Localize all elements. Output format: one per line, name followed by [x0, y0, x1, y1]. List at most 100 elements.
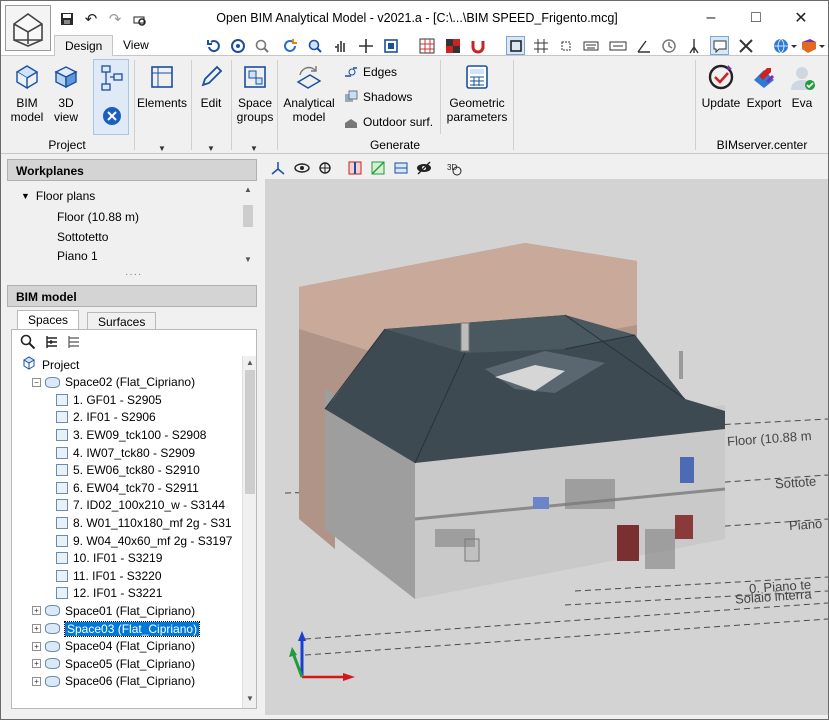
section-icon[interactable]	[345, 158, 364, 177]
axes-icon[interactable]	[268, 158, 287, 177]
snap-icon[interactable]	[556, 36, 575, 55]
workplane-item[interactable]: Floor (10.88 m)	[57, 210, 139, 224]
surface-item[interactable]: 4. IW07_tck80 - S2909	[56, 444, 195, 461]
unlink-x-icon[interactable]	[102, 106, 122, 129]
surfaces-view-icon[interactable]	[368, 158, 387, 177]
3d-mode-icon[interactable]: 3D	[445, 158, 464, 177]
subtab-surfaces[interactable]: Surfaces	[87, 312, 157, 329]
expand-toggle-icon[interactable]: +	[32, 676, 41, 686]
3d-view-button[interactable]: 3D view	[51, 62, 81, 124]
space-item[interactable]: + Space03 (Flat_Cipriano)	[32, 620, 201, 637]
zoom-window-icon[interactable]	[252, 36, 271, 55]
search-icon[interactable]	[20, 334, 36, 353]
splitter-grip[interactable]: ····	[125, 269, 142, 280]
visibility-icon[interactable]	[414, 158, 433, 177]
tools-icon[interactable]	[736, 36, 755, 55]
expand-toggle-icon[interactable]: +	[32, 641, 41, 651]
tree-scrollbar[interactable]: ▲ ▼	[242, 356, 256, 708]
surface-item[interactable]: 8. W01_110x180_mf 2g - S31	[56, 514, 232, 531]
expand-toggle-icon[interactable]: +	[32, 659, 41, 669]
frame-icon[interactable]	[381, 36, 400, 55]
help-book-icon[interactable]	[799, 36, 827, 55]
tree-root[interactable]: Project	[22, 356, 79, 373]
close-button[interactable]: ✕	[778, 4, 824, 32]
surface-item[interactable]: 7. ID02_100x210_w - S3144	[56, 497, 225, 514]
orbit-icon[interactable]	[228, 36, 247, 55]
rotate-view-icon[interactable]	[204, 36, 223, 55]
scroll-up-icon[interactable]: ▲	[242, 185, 254, 194]
space-item[interactable]: + Space05 (Flat_Cipriano)	[32, 655, 195, 672]
link-project-button[interactable]	[93, 59, 129, 135]
collapse-toggle-icon[interactable]: −	[32, 377, 41, 387]
scroll-thumb[interactable]	[243, 205, 253, 227]
collapse-arrow-icon[interactable]: ▼	[21, 191, 30, 201]
analytical-model-button[interactable]: Analytical model	[281, 62, 337, 124]
tab-view[interactable]: View	[113, 35, 159, 56]
walk-icon[interactable]	[315, 158, 334, 177]
workplanes-scrollbar[interactable]: ▲ ▼	[241, 183, 255, 269]
save-icon[interactable]	[58, 10, 76, 28]
collapse-all-icon[interactable]	[66, 334, 82, 353]
edit-button[interactable]: Edit	[195, 62, 227, 110]
history-icon[interactable]	[659, 36, 678, 55]
surface-item[interactable]: 1. GF01 - S2905	[56, 391, 162, 408]
surface-item[interactable]: 11. IF01 - S3220	[56, 567, 162, 584]
tab-design[interactable]: Design	[54, 35, 114, 57]
bim-model-button[interactable]: BIM model	[7, 62, 47, 124]
shadows-button[interactable]: Shadows	[343, 89, 412, 105]
surface-item[interactable]: 6. EW04_tck70 - S2911	[56, 479, 199, 496]
dimension-icon[interactable]	[608, 36, 627, 55]
expand-toggle-icon[interactable]: +	[32, 606, 41, 616]
elements-dropdown-caret[interactable]: ▼	[158, 144, 166, 153]
edges-button[interactable]: Edges	[343, 64, 397, 80]
elements-button[interactable]: Elements	[137, 62, 187, 110]
refresh-icon[interactable]	[280, 36, 299, 55]
grid-icon[interactable]	[531, 36, 550, 55]
web-globe-icon[interactable]	[771, 36, 799, 55]
update-button[interactable]: Update	[700, 62, 742, 110]
application-menu-icon[interactable]	[5, 5, 51, 51]
edit-dropdown-caret[interactable]: ▼	[207, 144, 215, 153]
comment-icon[interactable]	[710, 36, 729, 55]
surface-item[interactable]: 9. W04_40x60_mf 2g - S3197	[56, 532, 232, 549]
subtab-spaces[interactable]: Spaces	[17, 310, 80, 329]
keyboard-icon[interactable]	[581, 36, 600, 55]
space-groups-button[interactable]: Space groups	[235, 62, 275, 124]
geometric-parameters-button[interactable]: Geometric parameters	[445, 62, 509, 124]
3d-viewport[interactable]: Floor (10.88 m Sottote Piano 0. Piano te…	[265, 179, 828, 715]
user-account-button[interactable]: Eva	[785, 62, 819, 110]
surface-item[interactable]: 3. EW09_tck100 - S2908	[56, 426, 206, 443]
surface-item[interactable]: 5. EW06_tck80 - S2910	[56, 462, 200, 479]
surface-item[interactable]: 10. IF01 - S3219	[56, 550, 162, 567]
print-preview-icon[interactable]	[130, 10, 148, 28]
checker-icon[interactable]	[443, 36, 462, 55]
scroll-down-icon[interactable]: ▼	[244, 694, 256, 703]
scroll-thumb[interactable]	[245, 370, 255, 494]
pan-hand-icon[interactable]	[331, 36, 350, 55]
select-rectangle-icon[interactable]	[506, 36, 525, 55]
surface-item[interactable]: 12. IF01 - S3221	[56, 585, 162, 602]
window-view-icon[interactable]	[391, 158, 410, 177]
expand-all-icon[interactable]	[44, 334, 60, 353]
expand-toggle-icon[interactable]: +	[32, 624, 41, 633]
magnet-icon[interactable]	[468, 36, 487, 55]
redo-icon[interactable]: ↷	[106, 10, 124, 28]
outdoor-surf-button[interactable]: Outdoor surf.	[343, 114, 433, 130]
space-groups-dropdown-caret[interactable]: ▼	[250, 144, 258, 153]
eye-view-icon[interactable]	[292, 158, 311, 177]
maximize-button[interactable]: □	[733, 4, 779, 32]
compass-icon[interactable]	[684, 36, 703, 55]
surface-item[interactable]: 2. IF01 - S2906	[56, 409, 156, 426]
undo-icon[interactable]: ↶	[82, 10, 100, 28]
zoom-icon[interactable]	[305, 36, 324, 55]
scroll-down-icon[interactable]: ▼	[242, 255, 254, 264]
tree-space-expanded[interactable]: − Space02 (Flat_Cipriano)	[32, 374, 195, 391]
space-item[interactable]: + Space04 (Flat_Cipriano)	[32, 638, 195, 655]
minimize-button[interactable]: –	[688, 4, 734, 32]
space-item[interactable]: + Space06 (Flat_Cipriano)	[32, 673, 195, 690]
export-button[interactable]: Export	[744, 62, 784, 110]
move-icon[interactable]	[356, 36, 375, 55]
workplane-item[interactable]: Sottotetto	[57, 230, 108, 244]
angle-icon[interactable]	[634, 36, 653, 55]
floor-plans-group[interactable]: ▼ Floor plans	[21, 189, 95, 203]
